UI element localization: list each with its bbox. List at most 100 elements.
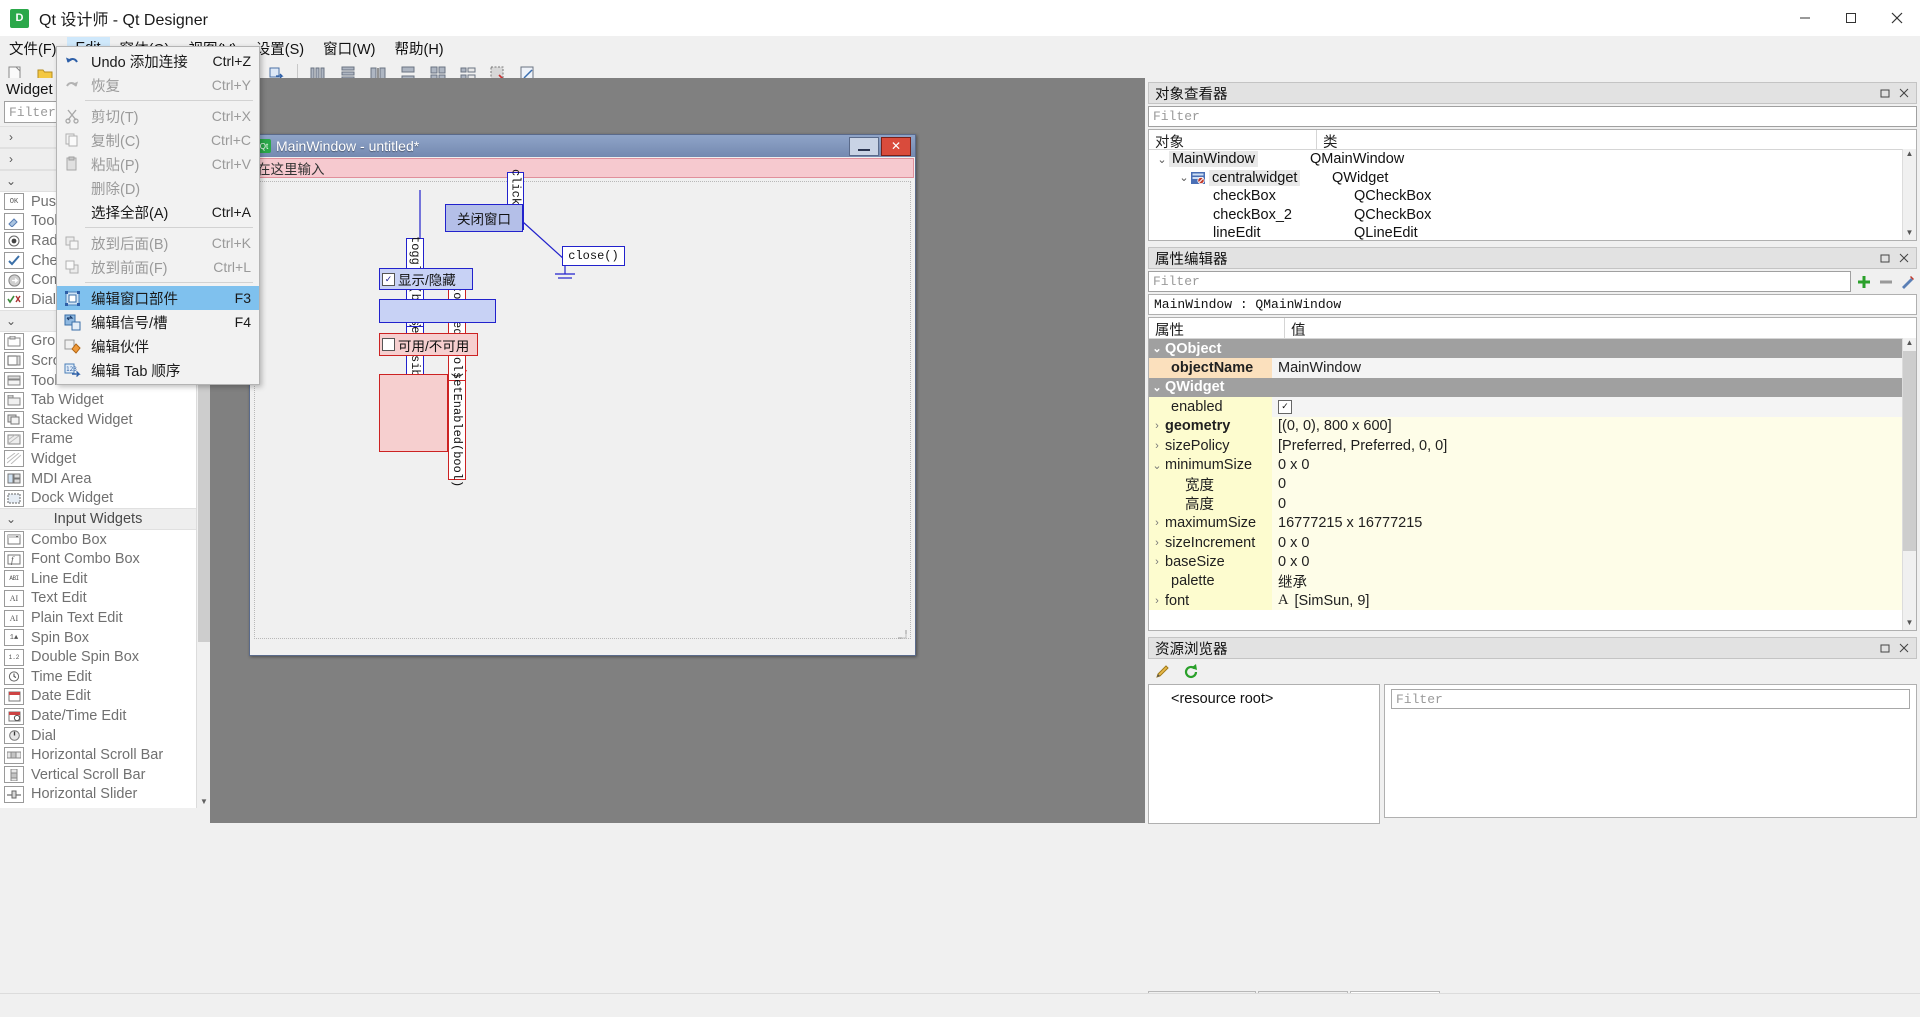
widget-item-h-scrollbar[interactable]: Horizontal Scroll Bar [0,745,196,765]
property-row[interactable]: ⌄ QWidget [1149,377,1916,398]
form-line-edit[interactable] [379,299,496,323]
widget-item-mdi-area[interactable]: MDI Area [0,469,196,489]
edit-menu-item-4[interactable]: 粘贴(P) Ctrl+V [57,152,259,176]
object-tree-row[interactable]: checkBox_2 QCheckBox [1149,206,1916,225]
property-value-cell[interactable] [1272,377,1916,398]
property-row[interactable]: › font A [SimSun, 9] [1149,591,1916,611]
checkbox-1-box[interactable]: ✓ [382,272,395,286]
property-row[interactable]: 高度 0 [1149,494,1916,514]
property-row[interactable]: enabled ✓ [1149,397,1916,417]
object-tree-row[interactable]: ⌄ centralwidget QWidget [1149,169,1916,188]
property-scrollbar[interactable]: ▲ ▼ [1902,338,1916,630]
property-value-cell[interactable]: 0 [1272,494,1916,514]
checkbox-2-box[interactable] [382,338,395,351]
chevron-right-icon[interactable]: › [1149,440,1165,452]
property-row[interactable]: › maximumSize 16777215 x 16777215 [1149,513,1916,533]
property-value-cell[interactable]: 0 x 0 [1272,532,1916,553]
close-dock-icon[interactable] [1899,253,1910,264]
chevron-right-icon[interactable]: › [1149,556,1165,568]
property-row[interactable]: ⌄ minimumSize 0 x 0 [1149,455,1916,475]
close-dock-icon[interactable] [1899,643,1910,654]
property-value-cell[interactable]: ✓ [1272,397,1916,417]
property-value-cell[interactable]: 0 [1272,474,1916,495]
widget-category-2[interactable]: ⌄ Input Widgets [0,507,196,530]
widget-item-dock-widget[interactable]: Dock Widget [0,488,196,508]
property-table[interactable]: 属性 值 ⌄ QObject objectName MainWindow ⌄ QWidge… [1148,317,1917,631]
menubar-item-5[interactable]: 窗口(W) [314,35,384,62]
widget-item-stacked-widget[interactable]: Stacked Widget [0,410,196,430]
widget-item-plain-text-edit[interactable]: AI Plain Text Edit [0,608,196,628]
object-tree-row[interactable]: lineEdit QLineEdit [1149,224,1916,240]
resource-list[interactable]: Filter [1384,684,1917,818]
form-central-area[interactable]: clicked() close() 关闭窗口 toggled(bool) set… [254,169,911,639]
edit-menu-item-11[interactable]: 编辑伙伴 [57,334,259,358]
edit-menu-item-9[interactable]: 编辑窗口部件 F3 [57,286,259,310]
object-tree-row[interactable]: checkBox QCheckBox [1149,187,1916,206]
property-scroll-down[interactable]: ▼ [1903,618,1916,630]
object-tree[interactable]: 对象 类 ⌄ MainWindow QMainWindow ⌄ centralwidge… [1148,129,1917,241]
edit-menu-item-12[interactable]: 123 编辑 Tab 顺序 [57,358,259,382]
property-value-cell[interactable]: A [SimSun, 9] [1272,591,1916,611]
edit-menu-item-10[interactable]: 编辑信号/槽 F4 [57,310,259,334]
edit-menu-item-8[interactable]: 放到前面(F) Ctrl+L [57,255,259,279]
form-frame[interactable] [379,374,448,452]
enabled-checkbox[interactable]: ✓ [1278,399,1292,414]
form-minimize-button[interactable] [849,136,879,156]
edit-menu-item-5[interactable]: 删除(D) [57,176,259,200]
float-icon[interactable] [1880,643,1891,654]
remove-property-icon[interactable] [1877,273,1895,291]
property-row[interactable]: › baseSize 0 x 0 [1149,552,1916,572]
scroll-down-arrow[interactable]: ▼ [197,794,211,808]
chevron-right-icon[interactable]: › [1149,420,1165,432]
widget-item-time-edit[interactable]: Time Edit [0,667,196,687]
edit-menu-item-2[interactable]: 剪切(T) Ctrl+X [57,104,259,128]
widget-item-frame[interactable]: Frame [0,430,196,450]
form-push-button[interactable]: 关闭窗口 [445,204,523,232]
connection-label-toggled-2[interactable]: toggled(bool) [448,282,466,382]
form-resize-grip[interactable] [897,626,907,639]
property-row[interactable]: › sizePolicy [Preferred, Preferred, 0, 0] [1149,435,1916,456]
property-value-cell[interactable]: 16777215 x 16777215 [1272,513,1916,533]
widget-item-line-edit[interactable]: ABI Line Edit [0,569,196,589]
property-editor-filter[interactable]: Filter [1148,271,1851,292]
widget-item-spin-box[interactable]: 1▲ Spin Box [0,628,196,648]
property-value-cell[interactable]: 继承 [1272,571,1916,592]
object-tree-row[interactable]: ⌄ MainWindow QMainWindow [1149,150,1916,169]
widget-item-date-time-edit[interactable]: Date/Time Edit [0,706,196,726]
float-icon[interactable] [1880,253,1891,264]
widget-item-dial[interactable]: Dial [0,726,196,746]
widget-item-double-spin-box[interactable]: 1.2 Double Spin Box [0,647,196,667]
form-window[interactable]: Qt MainWindow - untitled* ✕ 在这里输入 clicke… [249,134,916,656]
connection-label-setenabled[interactable]: setEnabled(bool) [448,372,466,488]
object-tree-scroll-down[interactable]: ▼ [1903,228,1916,240]
chevron-down-icon[interactable]: ⌄ [1149,459,1165,472]
close-button[interactable] [1874,0,1920,36]
design-canvas[interactable]: Qt MainWindow - untitled* ✕ 在这里输入 clicke… [210,78,1145,823]
property-row[interactable]: › geometry [(0, 0), 800 x 600] [1149,416,1916,436]
reload-icon[interactable] [1182,663,1200,681]
edit-menu-item-0[interactable]: Undo 添加连接 Ctrl+Z [57,49,259,73]
object-tree-scroll-up[interactable]: ▲ [1903,149,1916,161]
form-menubar[interactable]: 在这里输入 [251,158,914,178]
property-value-cell[interactable]: [Preferred, Preferred, 0, 0] [1272,435,1916,456]
edit-menu-item-7[interactable]: 放到后面(B) Ctrl+K [57,231,259,255]
widget-item-widget[interactable]: Widget [0,449,196,469]
edit-menu-item-1[interactable]: 恢复 Ctrl+Y [57,73,259,97]
property-row[interactable]: palette 继承 [1149,571,1916,592]
property-row[interactable]: › sizeIncrement 0 x 0 [1149,532,1916,553]
property-value-cell[interactable]: 0 x 0 [1272,552,1916,572]
menubar-item-6[interactable]: 帮助(H) [385,35,452,62]
property-value-cell[interactable]: MainWindow [1272,358,1916,378]
widget-item-tab-widget[interactable]: Tab Widget [0,390,196,410]
chevron-right-icon[interactable]: › [1149,537,1165,549]
property-value-cell[interactable]: 0 x 0 [1272,455,1916,475]
chevron-right-icon[interactable]: › [1149,517,1165,529]
chevron-down-icon[interactable]: ⌄ [1149,381,1165,394]
maximize-button[interactable] [1828,0,1874,36]
pencil-icon[interactable] [1154,663,1172,681]
property-row[interactable]: ⌄ QObject [1149,339,1916,359]
form-checkbox-2[interactable]: 可用/不可用 [379,333,478,356]
property-value-cell[interactable]: [(0, 0), 800 x 600] [1272,416,1916,436]
edit-menu-item-3[interactable]: 复制(C) Ctrl+C [57,128,259,152]
minimize-button[interactable] [1782,0,1828,36]
